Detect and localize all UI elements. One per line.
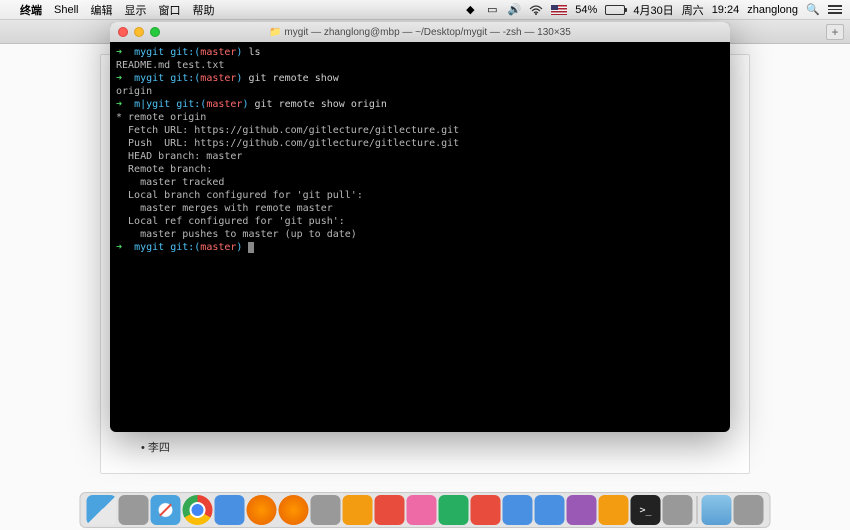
- volume-icon[interactable]: 🔊: [507, 3, 521, 17]
- dock-chrome-icon[interactable]: [183, 495, 213, 525]
- dock-terminal-icon[interactable]: [631, 495, 661, 525]
- prompt-arrow-icon: ➜: [116, 242, 134, 253]
- terminal-line: ➜ mygit git:(master) ls: [116, 46, 724, 59]
- prompt-branch: master: [200, 242, 236, 253]
- terminal-line: master tracked: [116, 176, 724, 189]
- prompt-git: git:(: [170, 73, 200, 84]
- dock-vscode-icon[interactable]: [535, 495, 565, 525]
- dock-notes-icon[interactable]: [343, 495, 373, 525]
- dock-qq-icon[interactable]: [471, 495, 501, 525]
- battery-icon[interactable]: [605, 5, 625, 15]
- terminal-line: ➜ mygit git:(master): [116, 241, 724, 254]
- day: 周六: [682, 2, 704, 18]
- prompt-arrow-icon: ➜: [116, 99, 134, 110]
- prompt-command: ls: [248, 47, 260, 58]
- dock-safari-icon[interactable]: [151, 495, 181, 525]
- menubar: 终端 Shell 编辑 显示 窗口 帮助 ◆ ▭ 🔊 54% 4月30日 周六 …: [0, 0, 850, 20]
- time: 19:24: [712, 4, 740, 16]
- input-source-flag-icon[interactable]: [551, 5, 567, 15]
- battery-pct: 54%: [575, 4, 597, 16]
- terminal-line: Fetch URL: https://github.com/gitlecture…: [116, 124, 724, 137]
- prompt-git: git:(: [170, 47, 200, 58]
- minimize-button[interactable]: [134, 27, 144, 37]
- spotlight-icon[interactable]: 🔍: [806, 3, 820, 17]
- prompt-command: git remote show: [248, 73, 338, 84]
- date[interactable]: 4月30日: [633, 2, 673, 18]
- prompt-dir: m|ygit: [134, 99, 176, 110]
- dock-firefox-dev-icon[interactable]: [279, 495, 309, 525]
- terminal-body[interactable]: ➜ mygit git:(master) lsREADME.md test.tx…: [110, 42, 730, 258]
- user[interactable]: zhanglong: [747, 4, 798, 16]
- close-button[interactable]: [118, 27, 128, 37]
- prompt-dir: mygit: [134, 47, 170, 58]
- prompt-git-close: ): [236, 242, 248, 253]
- terminal-line: Remote branch:: [116, 163, 724, 176]
- terminal-title: 📁 mygit — zhanglong@mbp — ~/Desktop/mygi…: [110, 27, 730, 38]
- prompt-dir: mygit: [134, 242, 170, 253]
- prompt-git-close: ): [242, 99, 254, 110]
- dock-folder-icon[interactable]: [702, 495, 732, 525]
- terminal-line: ➜ mygit git:(master) git remote show: [116, 72, 724, 85]
- cursor: [248, 242, 254, 253]
- prompt-arrow-icon: ➜: [116, 47, 134, 58]
- terminal-line: master merges with remote master: [116, 202, 724, 215]
- dock-wechat-icon[interactable]: [439, 495, 469, 525]
- dock-mail-icon[interactable]: [311, 495, 341, 525]
- prompt-branch: master: [200, 73, 236, 84]
- prompt-git: git:(: [170, 242, 200, 253]
- list-item-label: 李四: [148, 442, 170, 454]
- list-item: • 李四: [141, 439, 170, 455]
- status-icon-1[interactable]: ◆: [463, 3, 477, 17]
- dock-finder-icon[interactable]: [87, 495, 117, 525]
- wifi-icon[interactable]: [529, 3, 543, 17]
- terminal-line: Push URL: https://github.com/gitlecture/…: [116, 137, 724, 150]
- menu-window[interactable]: 窗口: [158, 2, 180, 18]
- maximize-button[interactable]: [150, 27, 160, 37]
- prompt-command: git remote show origin: [255, 99, 387, 110]
- terminal-line: ➜ m|ygit git:(master) git remote show or…: [116, 98, 724, 111]
- terminal-line: HEAD branch: master: [116, 150, 724, 163]
- menu-help[interactable]: 帮助: [192, 2, 214, 18]
- terminal-line: Local branch configured for 'git pull':: [116, 189, 724, 202]
- dock: [80, 492, 771, 528]
- dock-intellij-icon[interactable]: [567, 495, 597, 525]
- bullet-icon: •: [141, 442, 145, 454]
- prompt-dir: mygit: [134, 73, 170, 84]
- terminal-window[interactable]: 📁 mygit — zhanglong@mbp — ~/Desktop/mygi…: [110, 22, 730, 432]
- terminal-line: README.md test.txt: [116, 59, 724, 72]
- prompt-branch: master: [200, 47, 236, 58]
- active-app[interactable]: 终端: [20, 2, 42, 18]
- dock-firefox-icon[interactable]: [247, 495, 277, 525]
- terminal-line: Local ref configured for 'git push':: [116, 215, 724, 228]
- prompt-git-close: ): [236, 73, 248, 84]
- terminal-titlebar[interactable]: 📁 mygit — zhanglong@mbp — ~/Desktop/mygi…: [110, 22, 730, 42]
- terminal-title-text: mygit — zhanglong@mbp — ~/Desktop/mygit …: [284, 27, 570, 38]
- menu-edit[interactable]: 编辑: [90, 2, 112, 18]
- dock-skype-icon[interactable]: [503, 495, 533, 525]
- terminal-line: * remote origin: [116, 111, 724, 124]
- folder-icon: 📁: [269, 27, 281, 38]
- prompt-branch: master: [206, 99, 242, 110]
- menu-shell[interactable]: Shell: [54, 4, 78, 16]
- prompt-git-close: ): [236, 47, 248, 58]
- airplay-icon[interactable]: ▭: [485, 3, 499, 17]
- terminal-line: origin: [116, 85, 724, 98]
- menu-view[interactable]: 显示: [124, 2, 146, 18]
- prompt-arrow-icon: ➜: [116, 73, 134, 84]
- dock-calendar-icon[interactable]: [375, 495, 405, 525]
- new-tab-button[interactable]: +: [826, 24, 844, 40]
- dock-launchpad-icon[interactable]: [119, 495, 149, 525]
- dock-trash-icon[interactable]: [734, 495, 764, 525]
- dock-sublime-icon[interactable]: [599, 495, 629, 525]
- prompt-git: git:(: [176, 99, 206, 110]
- notification-center-icon[interactable]: [828, 5, 842, 14]
- dock-separator: [697, 496, 698, 524]
- dock-app-store-icon[interactable]: [215, 495, 245, 525]
- terminal-line: master pushes to master (up to date): [116, 228, 724, 241]
- dock-preferences-icon[interactable]: [663, 495, 693, 525]
- dock-music-icon[interactable]: [407, 495, 437, 525]
